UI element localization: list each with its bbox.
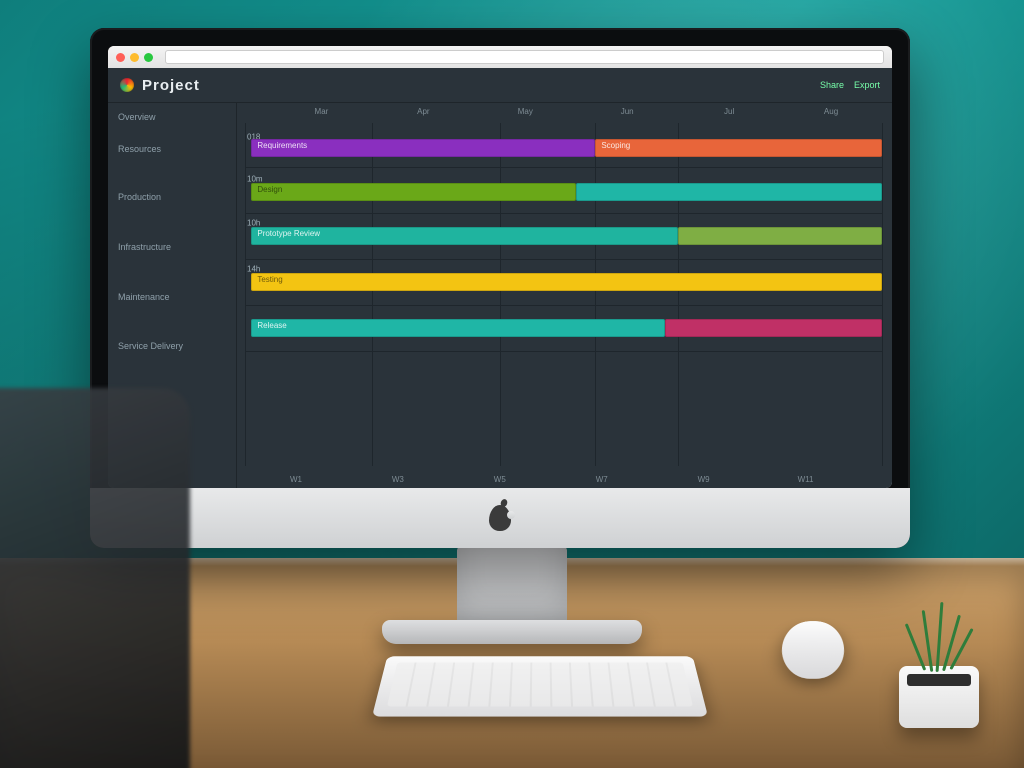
keyboard <box>372 656 708 716</box>
app-root: Project Share Export Overview Resources … <box>108 68 892 488</box>
gantt-lane-area: 018 10m 10h 14h Requirements Scoping <box>245 123 882 466</box>
time-tick: Mar <box>315 107 329 116</box>
time-tick: Jun <box>621 107 634 116</box>
monitor-frame: Project Share Export Overview Resources … <box>90 28 910 548</box>
app-title: Project <box>142 77 200 94</box>
time-tick: Jul <box>724 107 734 116</box>
gantt-bar[interactable]: Release <box>251 319 665 337</box>
address-bar[interactable] <box>165 50 884 64</box>
sidebar-item-resources[interactable]: Resources <box>118 143 236 157</box>
sidebar-item-service[interactable]: Service Delivery <box>118 340 236 354</box>
app-body: Overview Resources Production Infrastruc… <box>108 103 892 488</box>
gantt-bar[interactable] <box>678 227 882 245</box>
sidebar-item-production[interactable]: Production <box>118 191 236 205</box>
apple-logo-icon <box>489 505 511 531</box>
foreground-object <box>0 388 190 768</box>
gantt-bar[interactable] <box>576 183 882 201</box>
gantt-bar[interactable]: Requirements <box>251 139 595 157</box>
plant-pot <box>899 666 979 728</box>
app-logo-icon <box>120 78 134 92</box>
x-tick: W9 <box>698 475 710 484</box>
x-tick: W3 <box>392 475 404 484</box>
x-tick: W11 <box>798 475 814 484</box>
x-tick: W7 <box>596 475 608 484</box>
gantt-bar[interactable]: Scoping <box>595 139 882 157</box>
time-tick: May <box>518 107 533 116</box>
sidebar-item-infrastructure[interactable]: Infrastructure <box>118 241 236 255</box>
minimize-icon[interactable] <box>130 53 139 62</box>
window-controls <box>116 53 153 62</box>
header-action-export[interactable]: Export <box>854 80 880 90</box>
monitor-chin <box>90 488 910 548</box>
scene-root: Project Share Export Overview Resources … <box>0 0 1024 768</box>
x-tick: W5 <box>494 475 506 484</box>
screen: Project Share Export Overview Resources … <box>108 46 892 488</box>
plant <box>894 638 984 728</box>
timeline-footer-axis: W1 W3 W5 W7 W9 W11 <box>245 468 882 484</box>
time-tick: Apr <box>417 107 429 116</box>
timeline-header: Mar Apr May Jun Jul Aug <box>245 103 882 123</box>
maximize-icon[interactable] <box>144 53 153 62</box>
app-header: Project Share Export <box>108 68 892 103</box>
monitor-stand-foot <box>382 620 642 644</box>
time-tick: Aug <box>824 107 838 116</box>
gantt-bar[interactable]: Design <box>251 183 576 201</box>
browser-chrome-bar <box>108 46 892 69</box>
gantt-bar[interactable]: Testing <box>251 273 882 291</box>
sidebar-item-maintenance[interactable]: Maintenance <box>118 291 236 305</box>
gantt-bar[interactable]: Prototype Review <box>251 227 678 245</box>
sidebar-item-overview[interactable]: Overview <box>118 111 236 125</box>
header-action-share[interactable]: Share <box>820 80 844 90</box>
gantt-timeline[interactable]: Mar Apr May Jun Jul Aug <box>237 103 892 488</box>
close-icon[interactable] <box>116 53 125 62</box>
x-tick: W1 <box>290 475 302 484</box>
gantt-bar[interactable] <box>665 319 882 337</box>
